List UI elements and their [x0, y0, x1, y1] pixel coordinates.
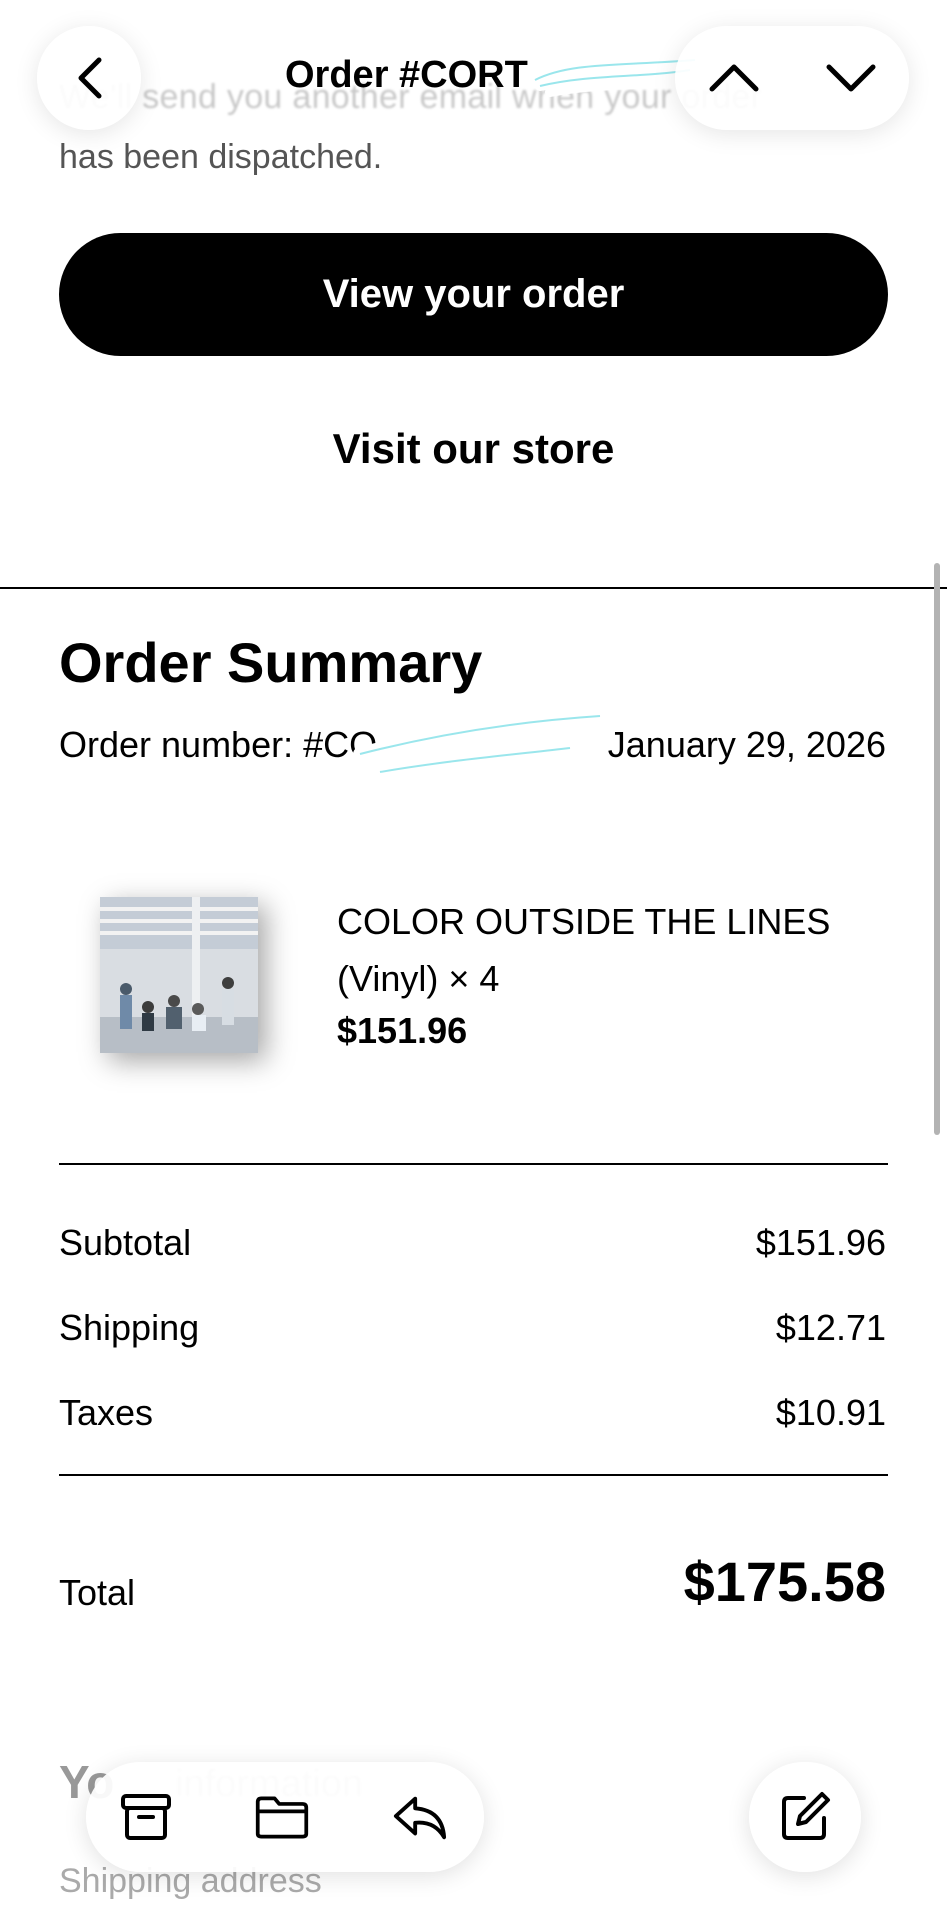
chevron-left-icon [78, 57, 102, 99]
section-divider [0, 587, 947, 589]
intro-text-line-2: has been dispatched. [59, 138, 383, 176]
order-date: January 29, 2026 [607, 724, 886, 765]
email-subject-title: Order #CORT [285, 54, 528, 96]
divider [59, 1163, 888, 1165]
subtotal-value: $151.96 [755, 1222, 886, 1263]
view-order-button[interactable]: View your order [59, 233, 888, 356]
product-name: COLOR OUTSIDE THE LINES (Vinyl) × 4 [337, 901, 831, 999]
reply-icon[interactable] [392, 1790, 448, 1844]
compose-button[interactable] [749, 1762, 861, 1872]
message-nav-pill [675, 26, 909, 130]
total-value: $175.58 [683, 1550, 886, 1613]
product-price: $151.96 [337, 1010, 468, 1051]
chevron-up-icon[interactable] [708, 61, 760, 95]
taxes-value: $10.91 [775, 1392, 886, 1433]
shipping-value: $12.71 [775, 1307, 886, 1348]
order-number: Order number: #CO [59, 724, 378, 765]
mail-toolbar [86, 1762, 484, 1872]
archive-icon[interactable] [118, 1790, 174, 1844]
divider [59, 1474, 888, 1476]
product-image [100, 897, 258, 1053]
compose-icon [782, 1792, 830, 1840]
back-button[interactable] [37, 26, 141, 130]
order-summary-heading: Order Summary [59, 631, 483, 694]
subtotal-label: Subtotal [59, 1222, 192, 1263]
shipping-label: Shipping [59, 1307, 200, 1348]
redaction-scribble [353, 709, 607, 779]
visit-store-link[interactable]: Visit our store [59, 425, 888, 473]
chevron-down-icon[interactable] [825, 61, 877, 95]
scrollbar[interactable] [934, 563, 940, 1135]
taxes-label: Taxes [59, 1392, 154, 1433]
total-label: Total [59, 1572, 136, 1613]
folder-icon[interactable] [254, 1790, 310, 1844]
